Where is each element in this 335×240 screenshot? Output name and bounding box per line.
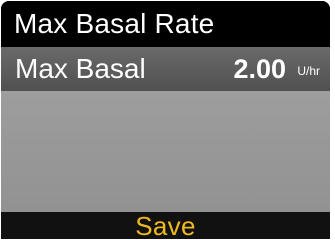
save-button[interactable]: Save: [1, 212, 330, 239]
max-basal-value: 2.00: [233, 54, 286, 84]
settings-panel: Max Basal 2.00 U/hr: [1, 47, 330, 212]
pump-screen: Max Basal Rate Max Basal 2.00 U/hr Save: [1, 1, 330, 239]
max-basal-unit: U/hr: [297, 64, 320, 78]
screen-title: Max Basal Rate: [1, 1, 330, 47]
max-basal-label: Max Basal: [15, 53, 146, 84]
max-basal-row[interactable]: Max Basal 2.00 U/hr: [1, 47, 330, 91]
